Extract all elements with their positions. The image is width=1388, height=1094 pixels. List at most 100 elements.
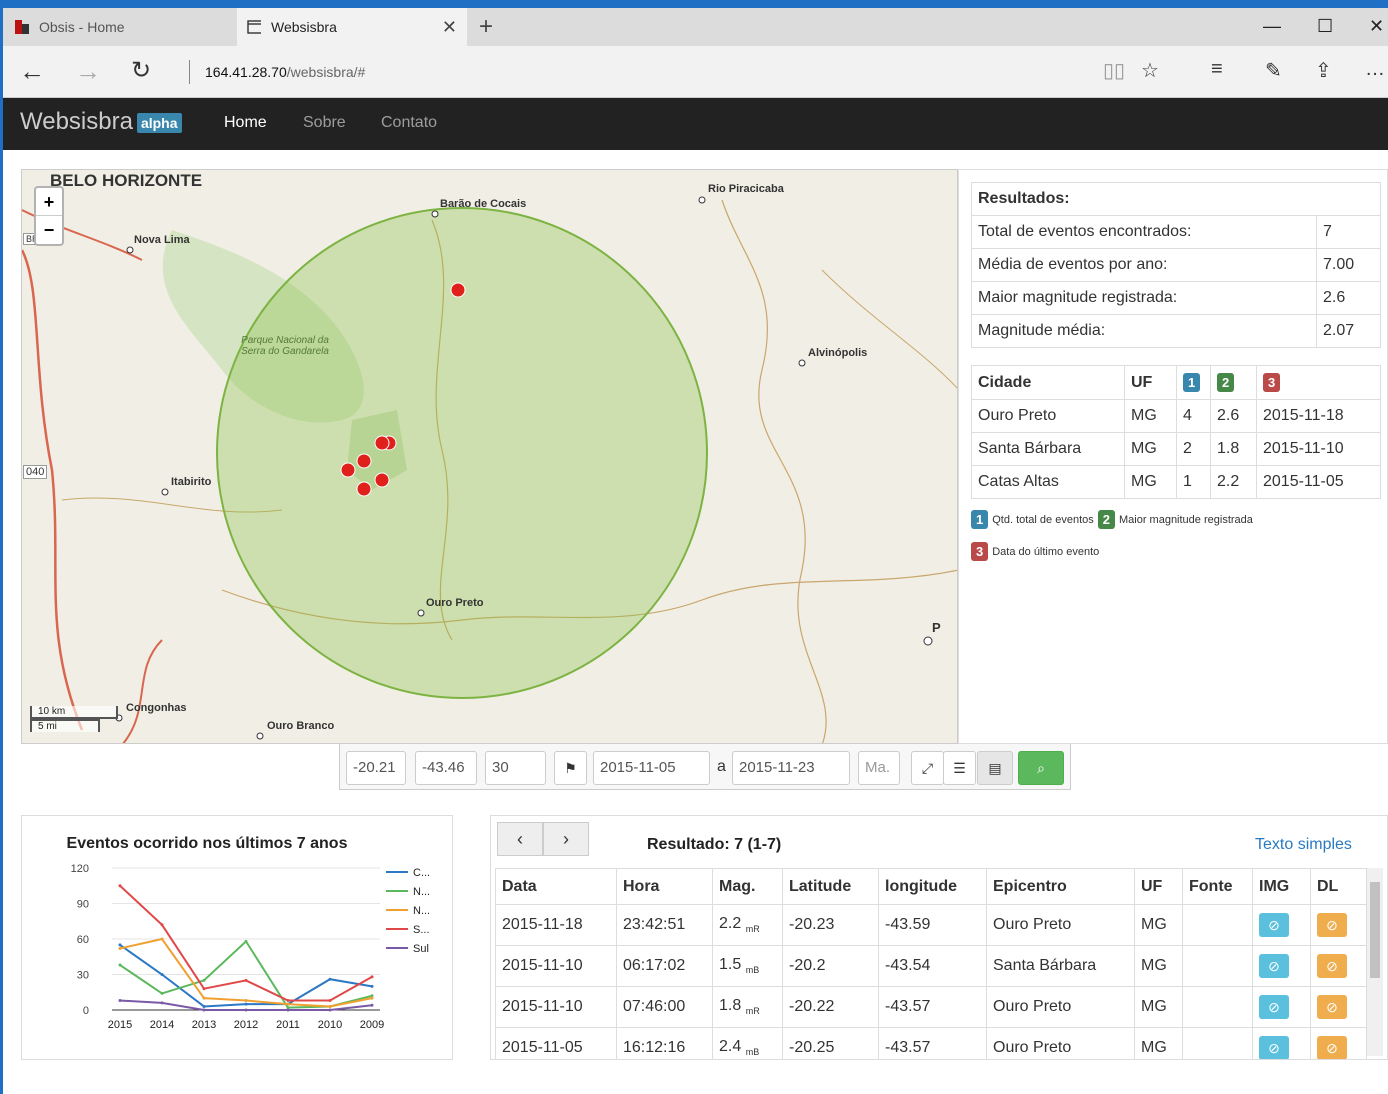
col-epicentro[interactable]: Epicentro — [986, 868, 1135, 905]
map-label: Ouro Preto — [426, 597, 484, 609]
col-data[interactable]: Data — [495, 868, 617, 905]
download-disabled-icon[interactable]: ⊘ — [1317, 913, 1347, 937]
col-hora[interactable]: Hora — [616, 868, 713, 905]
series-point — [160, 973, 164, 976]
city-mag: 2.6 — [1210, 399, 1257, 433]
map-label: Ouro Branco — [267, 720, 335, 732]
expand-icon: ⤢ — [921, 760, 934, 776]
img-disabled-icon[interactable]: ⊘ — [1259, 1036, 1289, 1059]
series-point — [118, 963, 122, 967]
back-icon[interactable]: ← — [19, 56, 45, 87]
img-disabled-icon[interactable]: ⊘ — [1259, 954, 1289, 978]
nav-sobre[interactable]: Sobre — [303, 114, 346, 132]
col-mag[interactable]: Mag. — [712, 868, 783, 905]
legend-label: S... — [413, 924, 430, 936]
close-tab-icon[interactable]: ✕ — [442, 17, 457, 38]
legend-line-2: 3 Data do último evento — [971, 542, 1099, 561]
download-disabled-icon[interactable]: ⊘ — [1317, 1036, 1347, 1059]
radius-input[interactable]: 30 — [485, 751, 546, 785]
label-1: 1 — [1183, 373, 1201, 392]
series-point — [118, 884, 122, 888]
series-point — [202, 987, 206, 991]
plain-text-link[interactable]: Texto simples — [1255, 836, 1352, 854]
reading-view-icon[interactable]: ▯▯ — [1103, 58, 1125, 83]
date-to-input[interactable]: 2015-11-23 — [732, 751, 850, 785]
stat-value: 7.00 — [1316, 248, 1381, 282]
share-icon[interactable]: ⇪ — [1315, 58, 1332, 83]
date-from-input[interactable]: 2015-11-05 — [593, 751, 710, 785]
x-tick-label: 2015 — [108, 1019, 132, 1031]
list-button[interactable]: ☰ — [943, 751, 976, 785]
col-img: IMG — [1252, 868, 1311, 905]
prev-page-button[interactable]: ‹ — [497, 822, 543, 856]
close-window-icon[interactable]: ✕ — [1369, 16, 1384, 37]
url-field[interactable]: 164.41.28.70/websisbra/# — [189, 60, 365, 84]
hub-icon[interactable]: ≡ — [1211, 58, 1223, 81]
series-point — [328, 1008, 332, 1012]
legend-line-1: 1 Qtd. total de eventos 2 Maior magnitude … — [971, 510, 1253, 529]
stat-label: Total de eventos encontrados: — [971, 215, 1317, 249]
scrollbar-thumb[interactable] — [1370, 882, 1380, 978]
search-icon: ⌕ — [1037, 760, 1045, 776]
search-button[interactable]: ⌕ — [1018, 751, 1064, 785]
series-point — [370, 984, 374, 988]
lat-input[interactable]: -20.21 — [346, 751, 406, 785]
x-tick-label: 2009 — [360, 1019, 384, 1031]
series-point — [286, 1002, 290, 1006]
tab-websisbra[interactable]: Websisbra ✕ — [237, 8, 467, 46]
result-count: Resultado: 7 (1-7) — [647, 836, 782, 853]
new-tab-icon[interactable]: + — [479, 13, 493, 41]
map-label: BELO HORIZONTE — [50, 171, 203, 190]
cell-epicentro: Ouro Preto — [986, 986, 1135, 1028]
nav-home[interactable]: Home — [224, 114, 267, 132]
nav-contato[interactable]: Contato — [381, 114, 437, 132]
series-point — [160, 1001, 164, 1005]
page-icon — [247, 20, 261, 34]
flag-button[interactable]: ⚑ — [554, 751, 587, 785]
lon-input[interactable]: -43.46 — [415, 751, 477, 785]
url-path: /websisbra/# — [286, 64, 366, 80]
download-disabled-icon[interactable]: ⊘ — [1317, 954, 1347, 978]
map-label: Barão de Cocais — [440, 198, 527, 210]
col-fonte[interactable]: Fonte — [1182, 868, 1253, 905]
web-note-icon[interactable]: ✎ — [1265, 58, 1282, 83]
img-disabled-icon[interactable]: ⊘ — [1259, 913, 1289, 937]
more-icon[interactable]: … — [1365, 58, 1385, 81]
cell-fonte — [1182, 1027, 1253, 1059]
stat-label: Média de eventos por ano: — [971, 248, 1317, 282]
forward-icon[interactable]: → — [75, 56, 101, 87]
fullscreen-button[interactable]: ⤢ — [911, 751, 944, 785]
park-label: Parque Nacional da Serra do Gandarela — [241, 335, 329, 357]
tab-obsis[interactable]: Obsis - Home — [3, 8, 236, 46]
magnitude-input[interactable]: Ma. — [858, 751, 900, 785]
map-label: Alvinópolis — [808, 347, 868, 359]
tab-bar: Obsis - Home Websisbra ✕ + — ☐ ✕ — [3, 8, 1388, 46]
maximize-icon[interactable]: ☐ — [1317, 16, 1333, 37]
cell-time: 06:17:02 — [616, 945, 713, 987]
series-point — [118, 943, 122, 947]
favorite-star-icon[interactable]: ☆ — [1141, 58, 1159, 83]
col-longitude[interactable]: longitude — [878, 868, 987, 905]
zoom-in-button[interactable]: + — [36, 188, 62, 216]
map[interactable]: BELO HORIZONTE Nova Lima Barão de Cocais… — [21, 169, 958, 744]
table-button[interactable]: ▤ — [977, 751, 1013, 785]
map-label: P — [932, 620, 941, 635]
series-point — [118, 999, 122, 1003]
zoom-out-button[interactable]: − — [36, 216, 62, 244]
table-row: 2015-11-18 23:42:51 2.2 mR -20.23 -43.59 Ou… — [495, 904, 1367, 946]
x-tick-label: 2012 — [234, 1019, 258, 1031]
cell-fonte — [1182, 986, 1253, 1028]
col-latitude[interactable]: Latitude — [782, 868, 879, 905]
brand[interactable]: Websisbra alpha — [20, 108, 182, 136]
download-disabled-icon[interactable]: ⊘ — [1317, 995, 1347, 1019]
address-bar: ← → ↻ 164.41.28.70/websisbra/# ▯▯ ☆ ≡ ✎ … — [3, 46, 1388, 98]
next-page-button[interactable]: › — [543, 822, 589, 856]
minimize-icon[interactable]: — — [1263, 16, 1281, 37]
col-uf[interactable]: UF — [1134, 868, 1183, 905]
map-label: Rio Piracicaba — [708, 183, 784, 195]
refresh-icon[interactable]: ↻ — [131, 56, 151, 85]
map-label: Congonhas — [126, 702, 187, 714]
img-disabled-icon[interactable]: ⊘ — [1259, 995, 1289, 1019]
table-scrollbar[interactable] — [1367, 868, 1383, 1056]
stat-value: 2.07 — [1316, 314, 1381, 348]
